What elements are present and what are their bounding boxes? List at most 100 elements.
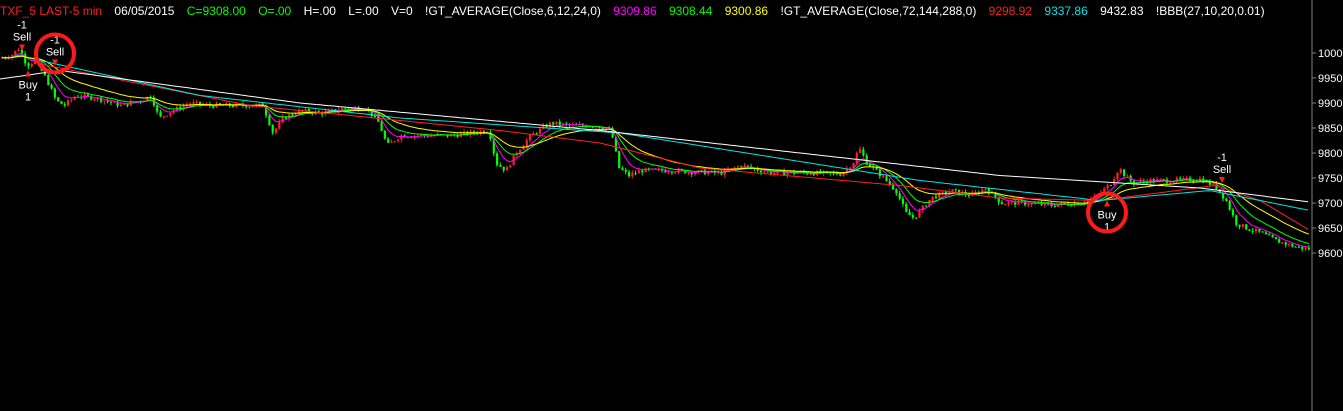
y-tick-label: 10000: [1318, 48, 1343, 60]
candle-body: [1119, 169, 1122, 173]
candle-body: [380, 121, 383, 131]
candle-body: [1169, 182, 1172, 184]
candle-body: [17, 49, 20, 51]
candle-body: [1281, 242, 1284, 244]
signal-label: Sell: [13, 32, 31, 44]
candle-body: [911, 215, 914, 218]
candle-body: [509, 165, 512, 168]
candle-body: [878, 169, 881, 177]
y-tick-label: 9800: [1318, 148, 1342, 160]
candle-body: [502, 166, 505, 171]
candle-body: [855, 153, 858, 164]
candle-body: [1238, 224, 1241, 227]
candle-body: [1228, 201, 1231, 210]
signals-layer: -1SellBuy1-1SellBuy1-1Sell: [13, 20, 1231, 234]
candle-body: [268, 115, 271, 125]
candle-body: [628, 171, 631, 177]
candle-body: [885, 176, 888, 182]
candle-body: [1304, 247, 1307, 250]
candle-body: [538, 128, 542, 134]
candle-body: [934, 196, 938, 199]
candle-body: [195, 101, 198, 103]
y-tick-label: 9600: [1318, 248, 1342, 260]
candle-body: [921, 205, 924, 211]
candle-body: [397, 139, 400, 142]
candle-body: [1126, 175, 1129, 177]
candle-body: [1245, 224, 1248, 230]
candle-body: [103, 100, 106, 102]
candle-body: [941, 191, 944, 193]
candle-body: [746, 165, 749, 167]
candle-body: [1255, 229, 1258, 232]
candle-body: [951, 189, 954, 192]
candle-body: [63, 104, 66, 106]
candle-body: [905, 204, 908, 212]
candle-body: [1010, 201, 1013, 203]
candle-body: [496, 153, 499, 165]
candle-body: [552, 122, 555, 125]
candle-body: [1278, 239, 1281, 243]
candle-body: [1274, 237, 1277, 240]
candle-body: [53, 88, 56, 98]
candle-body: [925, 205, 928, 207]
candle-body: [1070, 205, 1073, 207]
candle-body: [57, 97, 60, 102]
candle-body: [86, 94, 89, 96]
candle-body: [271, 124, 274, 133]
candle-body: [169, 112, 172, 116]
candle-body: [119, 104, 122, 107]
candle-body: [294, 114, 297, 116]
candle-body: [674, 172, 677, 174]
candle-body: [558, 121, 561, 125]
ma-24-line: [2, 55, 1309, 235]
signal-qty: -1: [1217, 152, 1227, 164]
candle-body: [637, 170, 641, 174]
candle-body: [621, 168, 624, 170]
candle-body: [1179, 178, 1182, 180]
candle-body: [954, 189, 957, 191]
candle-body: [30, 63, 33, 67]
candle-body: [47, 75, 50, 85]
candle-body: [1261, 231, 1264, 233]
candle-body: [274, 128, 278, 133]
candle-body: [70, 99, 73, 101]
candle-body: [166, 115, 169, 117]
candle-body: [1053, 206, 1056, 208]
y-tick-label: 9650: [1318, 223, 1342, 235]
candle-body: [641, 170, 644, 173]
candle-body: [918, 210, 921, 218]
candle-body: [1241, 224, 1244, 227]
y-tick-label: 9850: [1318, 123, 1342, 135]
y-tick-label: 9750: [1318, 173, 1342, 185]
candle-body: [915, 217, 918, 219]
candle-body: [760, 170, 763, 173]
candle-body: [736, 166, 740, 168]
candle-body: [387, 138, 390, 143]
candle-body: [109, 101, 113, 103]
candle-body: [898, 193, 901, 199]
candle-body: [304, 108, 307, 111]
candle-body: [383, 130, 386, 139]
candle-body: [373, 115, 377, 117]
candle-body: [862, 149, 865, 156]
candle-body: [1251, 230, 1254, 232]
candle-body: [631, 172, 634, 177]
candle-body: [1109, 185, 1112, 187]
candle-body: [1288, 243, 1291, 245]
price-chart[interactable]: -1SellBuy1-1SellBuy1-1Sell 9600965097009…: [0, 0, 1343, 411]
candle-body: [670, 172, 674, 174]
candle-body: [565, 123, 568, 125]
candle-body: [740, 166, 743, 168]
buy-arrow-icon: [25, 70, 31, 77]
candle-body: [93, 99, 96, 101]
signal-qty: -1: [17, 20, 27, 32]
candle-body: [1027, 204, 1030, 206]
candle-body: [624, 169, 627, 172]
candle-body: [390, 141, 393, 143]
candle-body: [1258, 229, 1261, 232]
candle-body: [156, 105, 159, 112]
candle-body: [766, 171, 769, 173]
signal-label: Buy: [19, 80, 38, 92]
candle-body: [555, 121, 558, 125]
candle-body: [278, 121, 281, 129]
